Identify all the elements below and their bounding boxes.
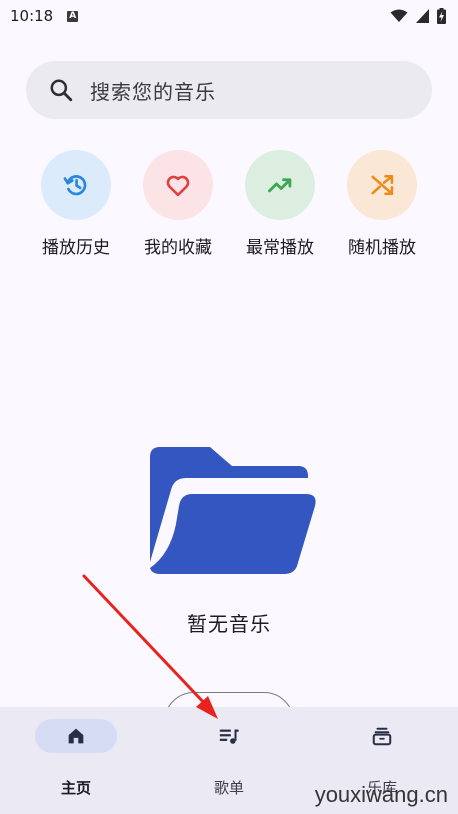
signal-icon [416, 9, 429, 23]
status-badge: A [67, 10, 79, 22]
watermark-text: youxiwang.cn [314, 782, 448, 807]
library-icon [372, 727, 392, 746]
quick-action-circle [347, 150, 417, 220]
quick-action-circle [245, 150, 315, 220]
quick-action-history[interactable]: 播放历史 [31, 150, 121, 260]
folder-open-icon [150, 447, 316, 574]
playlist-icon [219, 729, 239, 744]
quick-action-label: 随机播放 [348, 238, 416, 258]
status-bar: 10:18 A [0, 0, 458, 32]
quick-action-favorites[interactable]: 我的收藏 [133, 150, 223, 260]
nav-indicator [341, 719, 423, 753]
status-time: 10:18 [10, 7, 54, 25]
quick-action-most-played[interactable]: 最常播放 [235, 150, 325, 260]
quick-action-label: 我的收藏 [144, 238, 212, 258]
quick-action-label: 最常播放 [246, 238, 314, 258]
nav-home[interactable]: 主页 [0, 719, 152, 809]
wifi-icon [390, 9, 408, 22]
trending-up-icon [268, 178, 292, 193]
empty-state-message: 暂无音乐 [187, 612, 271, 636]
home-icon [68, 728, 84, 744]
nav-label: 主页 [60, 779, 91, 797]
nav-indicator [188, 719, 270, 753]
battery-charging-icon [437, 8, 446, 24]
shuffle-icon [371, 174, 394, 196]
nav-active-indicator [35, 719, 117, 753]
nav-label: 歌单 [213, 779, 244, 797]
history-icon [63, 175, 87, 196]
search-placeholder: 搜索您的音乐 [90, 79, 216, 104]
heart-icon [166, 175, 190, 197]
search-icon [50, 79, 73, 102]
quick-action-circle [41, 150, 111, 220]
quick-action-label: 播放历史 [42, 238, 110, 258]
nav-playlists[interactable]: 歌单 [153, 719, 305, 809]
quick-action-shuffle[interactable]: 随机播放 [337, 150, 427, 260]
quick-action-circle [143, 150, 213, 220]
search-bar[interactable]: 搜索您的音乐 [26, 61, 432, 119]
